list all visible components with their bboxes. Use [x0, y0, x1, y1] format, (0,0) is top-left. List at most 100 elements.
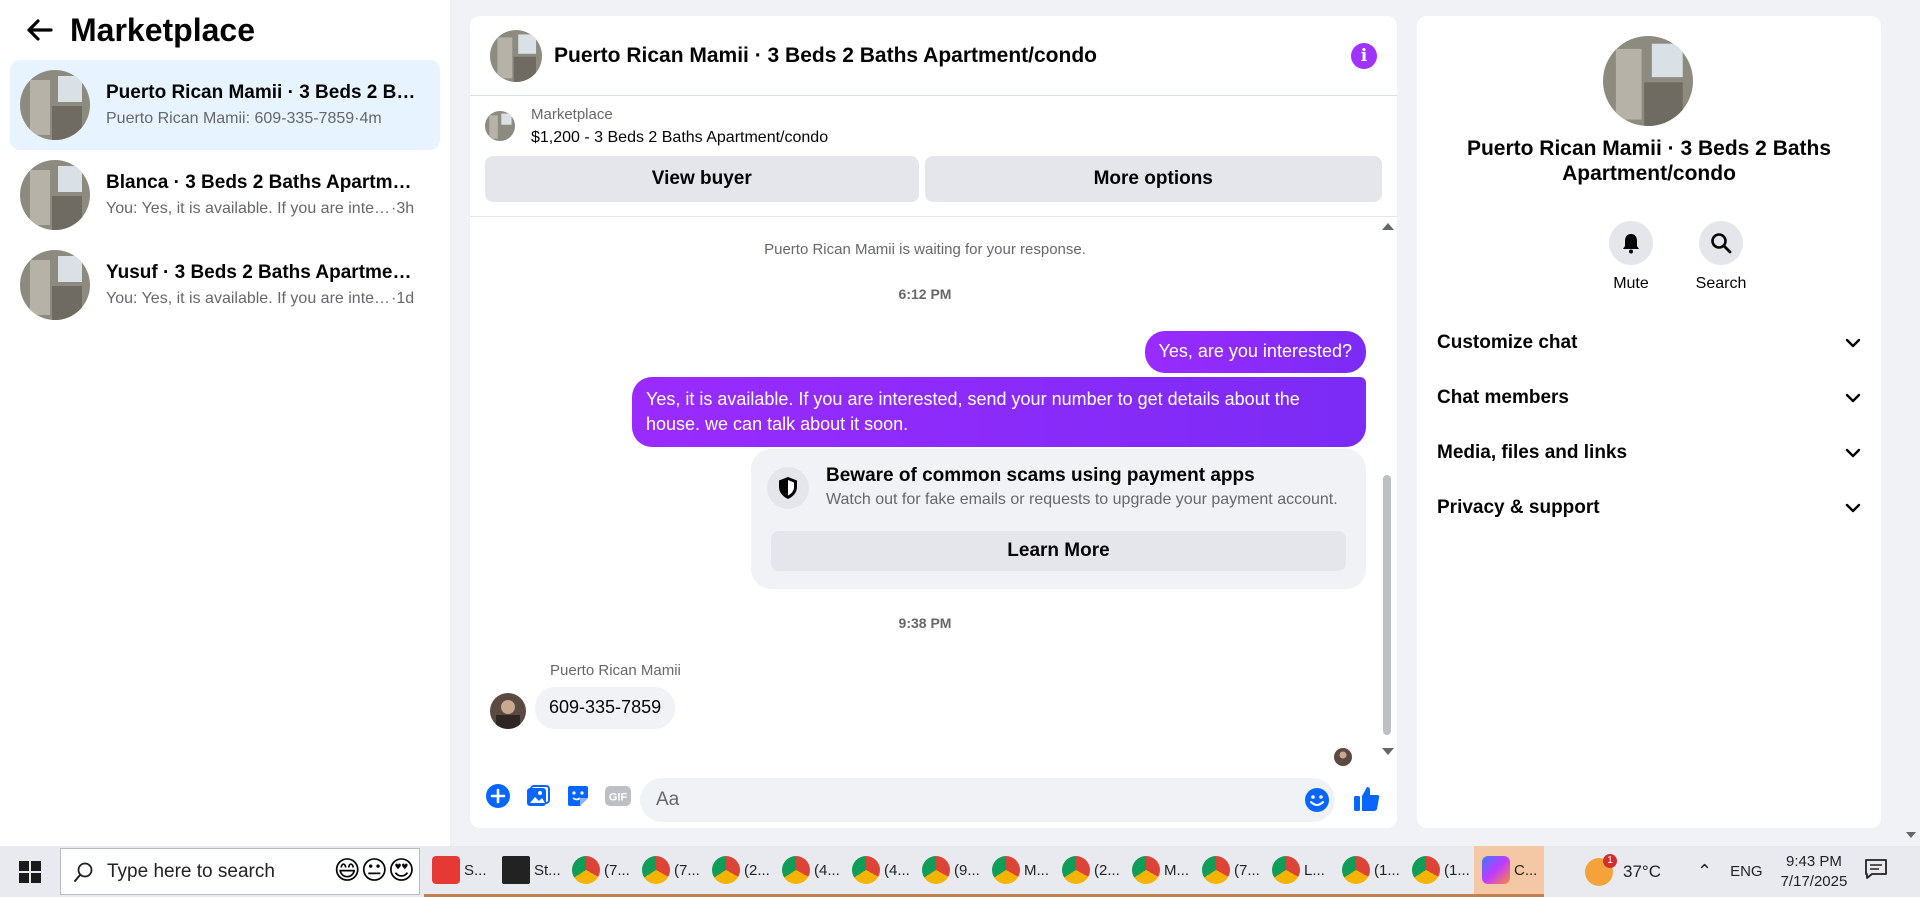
- scroll-down-arrow-icon[interactable]: [1906, 832, 1916, 838]
- taskbar-app-label: (2...: [744, 861, 770, 879]
- taskbar-app[interactable]: St...: [494, 846, 564, 897]
- message-scrollbar[interactable]: [1380, 223, 1394, 755]
- taskbar-app[interactable]: M...: [1124, 846, 1194, 897]
- taskbar-app-label: (1...: [1374, 861, 1400, 879]
- listing-thumbnail: [20, 160, 90, 230]
- taskbar-app-label: L...: [1304, 861, 1325, 879]
- page-scrollbar[interactable]: [1902, 0, 1920, 846]
- taskbar-search-placeholder: Type here to search: [107, 860, 275, 882]
- timestamp: 6:12 PM: [898, 286, 952, 302]
- details-avatar: [1603, 36, 1693, 126]
- scroll-up-arrow-icon[interactable]: [1382, 223, 1394, 230]
- scrollbar-thumb[interactable]: [1383, 475, 1391, 735]
- chevron-down-icon: [1845, 338, 1861, 348]
- notification-icon[interactable]: [1864, 858, 1890, 882]
- taskbar-app[interactable]: (4...: [774, 846, 844, 897]
- taskbar-app-label: (7...: [604, 861, 630, 879]
- taskbar-app-label: (1...: [1444, 861, 1470, 879]
- message-input[interactable]: [640, 778, 1335, 822]
- sender-avatar[interactable]: [490, 693, 526, 729]
- taskbar-app[interactable]: M...: [984, 846, 1054, 897]
- outgoing-message[interactable]: Yes, it is available. If you are interes…: [632, 377, 1366, 447]
- input-language[interactable]: ENG: [1730, 863, 1763, 880]
- plus-icon[interactable]: [480, 778, 516, 814]
- mute-action[interactable]: Mute: [1601, 221, 1661, 293]
- chat-header: Puerto Rican Mamii · 3 Beds 2 Baths Apar…: [470, 16, 1397, 96]
- taskbar-app[interactable]: (1...: [1404, 846, 1474, 897]
- taskbar-apps: S... St... (7... (7... (2... (4... (4...…: [424, 846, 1544, 897]
- chat-title[interactable]: Puerto Rican Mamii · 3 Beds 2 Baths Apar…: [554, 44, 1351, 68]
- conversation-preview: Puerto Rican Mamii: 609-335-7859: [106, 110, 355, 127]
- scroll-down-arrow-icon[interactable]: [1382, 748, 1394, 755]
- taskbar-app[interactable]: (4...: [844, 846, 914, 897]
- taskbar-app[interactable]: L...: [1264, 846, 1334, 897]
- conversation-name: Blanca · 3 Beds 2 Baths Apartment...: [106, 172, 418, 193]
- learn-more-button[interactable]: Learn More: [771, 531, 1346, 571]
- taskbar-app[interactable]: (9...: [914, 846, 984, 897]
- taskbar-app[interactable]: C...: [1474, 846, 1544, 897]
- chat-avatar[interactable]: [490, 29, 542, 82]
- incoming-message[interactable]: 609-335-7859: [535, 687, 676, 729]
- taskbar-app[interactable]: (2...: [1054, 846, 1124, 897]
- message-composer: GIF: [470, 766, 1397, 826]
- more-options-button[interactable]: More options: [924, 156, 1382, 202]
- taskbar-app-label: (7...: [674, 861, 700, 879]
- clock-date: 7/17/2025: [1780, 872, 1848, 890]
- thumbs-up-icon[interactable]: [1352, 784, 1384, 816]
- sidebar-title: Marketplace: [70, 11, 255, 48]
- search-label: Search: [1695, 275, 1747, 292]
- view-buyer-button[interactable]: View buyer: [485, 156, 919, 202]
- customize-chat-section[interactable]: Customize chat: [1437, 323, 1861, 363]
- emoji-icon[interactable]: [1303, 786, 1331, 814]
- chat-panel: Puerto Rican Mamii · 3 Beds 2 Baths Apar…: [470, 16, 1397, 828]
- conversation-sidebar: Marketplace Puerto Rican Mamii · 3 Beds …: [0, 0, 450, 846]
- windows-start-icon[interactable]: [0, 846, 60, 897]
- taskbar-app[interactable]: (7...: [564, 846, 634, 897]
- shield-icon: [767, 467, 809, 509]
- section-label: Chat members: [1437, 387, 1569, 408]
- chevron-down-icon: [1845, 393, 1861, 403]
- conversation-item[interactable]: Yusuf · 3 Beds 2 Baths Apartment/... You…: [10, 240, 440, 330]
- listing-summary[interactable]: Marketplace $1,200 - 3 Beds 2 Baths Apar…: [470, 96, 1397, 156]
- search-action[interactable]: Search: [1691, 221, 1751, 293]
- taskbar-app-label: (4...: [814, 861, 840, 879]
- chat-members-section[interactable]: Chat members: [1437, 378, 1861, 418]
- info-icon[interactable]: i: [1351, 42, 1377, 69]
- timestamp: 9:38 PM: [898, 615, 952, 631]
- taskbar-app[interactable]: (7...: [634, 846, 704, 897]
- conversation-item[interactable]: Puerto Rican Mamii · 3 Beds 2 Bat... Pue…: [10, 60, 440, 150]
- clock-time: 9:43 PM: [1786, 852, 1842, 870]
- search-icon: [74, 862, 93, 882]
- taskbar-app[interactable]: (7...: [1194, 846, 1264, 897]
- listing-source: Marketplace: [531, 105, 613, 123]
- taskbar-app[interactable]: (2...: [704, 846, 774, 897]
- section-label: Media, files and links: [1437, 442, 1628, 463]
- taskbar-app[interactable]: (1...: [1334, 846, 1404, 897]
- show-hidden-icons-chevron-up-icon[interactable]: ⌃: [1697, 861, 1712, 882]
- svg-text:GIF: GIF: [609, 792, 628, 804]
- outgoing-message[interactable]: Yes, are you interested?: [1144, 331, 1366, 373]
- scam-warning-card: Beware of common scams using payment app…: [751, 449, 1366, 589]
- photo-icon[interactable]: [520, 778, 556, 814]
- media-files-links-section[interactable]: Media, files and links: [1437, 433, 1861, 473]
- weather-temperature: 37°C: [1623, 861, 1661, 881]
- gif-icon[interactable]: GIF: [600, 778, 636, 814]
- taskbar-app-label: (7...: [1234, 861, 1260, 879]
- message-thread[interactable]: Puerto Rican Mamii is waiting for your r…: [470, 216, 1397, 766]
- scam-warning-title: Beware of common scams using payment app…: [826, 465, 1255, 486]
- back-arrow-icon[interactable]: [24, 14, 56, 46]
- sticker-icon[interactable]: [560, 778, 596, 814]
- read-receipt-avatar: [1334, 748, 1352, 766]
- taskbar-app-label: S...: [464, 861, 487, 879]
- search-icon[interactable]: [1699, 221, 1743, 265]
- bell-icon[interactable]: [1609, 221, 1653, 265]
- conversation-item[interactable]: Blanca · 3 Beds 2 Baths Apartment... You…: [10, 150, 440, 240]
- privacy-support-section[interactable]: Privacy & support: [1437, 488, 1861, 528]
- weather-widget[interactable]: 1 37°C: [1585, 853, 1661, 886]
- taskbar-search-box[interactable]: Type here to search 😄 😐 😍: [60, 848, 420, 895]
- sender-name: Puerto Rican Mamii: [550, 662, 681, 679]
- taskbar-app[interactable]: S...: [424, 846, 494, 897]
- taskbar-app-label: St...: [534, 861, 561, 879]
- search-highlight-emoji-icon: 😄 😐 😍: [333, 855, 415, 885]
- clock[interactable]: 9:43 PM 7/17/2025: [1781, 852, 1848, 892]
